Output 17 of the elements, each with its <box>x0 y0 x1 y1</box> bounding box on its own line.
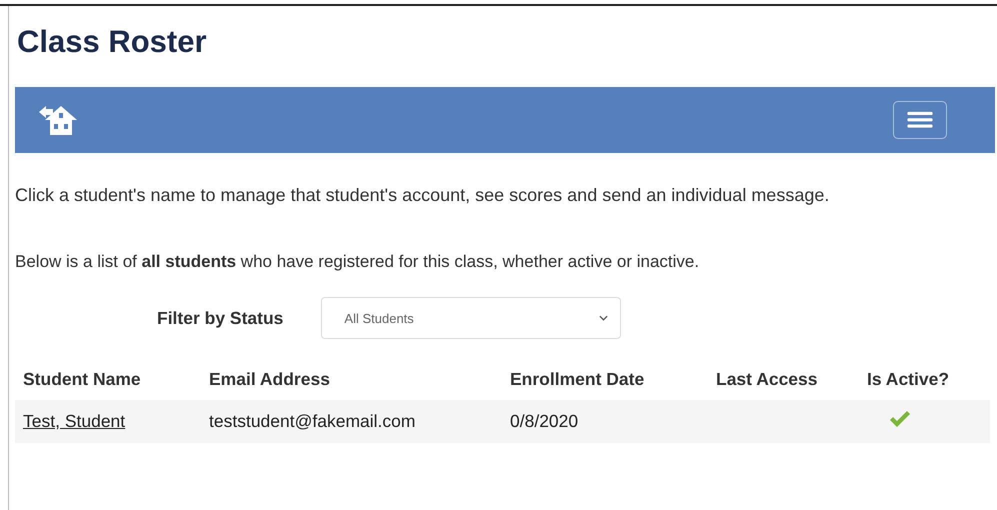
home-back-icon[interactable] <box>37 103 77 137</box>
chevron-down-icon <box>599 315 608 321</box>
column-header: Email Address <box>201 361 502 400</box>
menu-button[interactable] <box>893 101 947 139</box>
menu-icon <box>907 111 933 129</box>
column-header: Student Name <box>15 361 201 400</box>
column-header: Enrollment Date <box>502 361 708 400</box>
column-header: Last Access <box>708 361 859 400</box>
list-description: Below is a list of all students who have registered for this class, whether active or inactive. <box>15 251 700 273</box>
page-title: Class Roster <box>16 23 208 61</box>
table-cell: 0/8/2020 <box>502 400 708 443</box>
column-header: Is Active? <box>859 361 990 400</box>
instruction-text: Click a student's name to manage that student's account, see scores and send an individual message. <box>15 184 830 207</box>
table-cell: teststudent@fakemail.com <box>201 400 502 443</box>
status-dropdown[interactable]: All Students <box>321 297 622 339</box>
filter-label: Filter by Status <box>157 308 284 328</box>
student-name-link[interactable]: Test, Student <box>23 411 126 431</box>
